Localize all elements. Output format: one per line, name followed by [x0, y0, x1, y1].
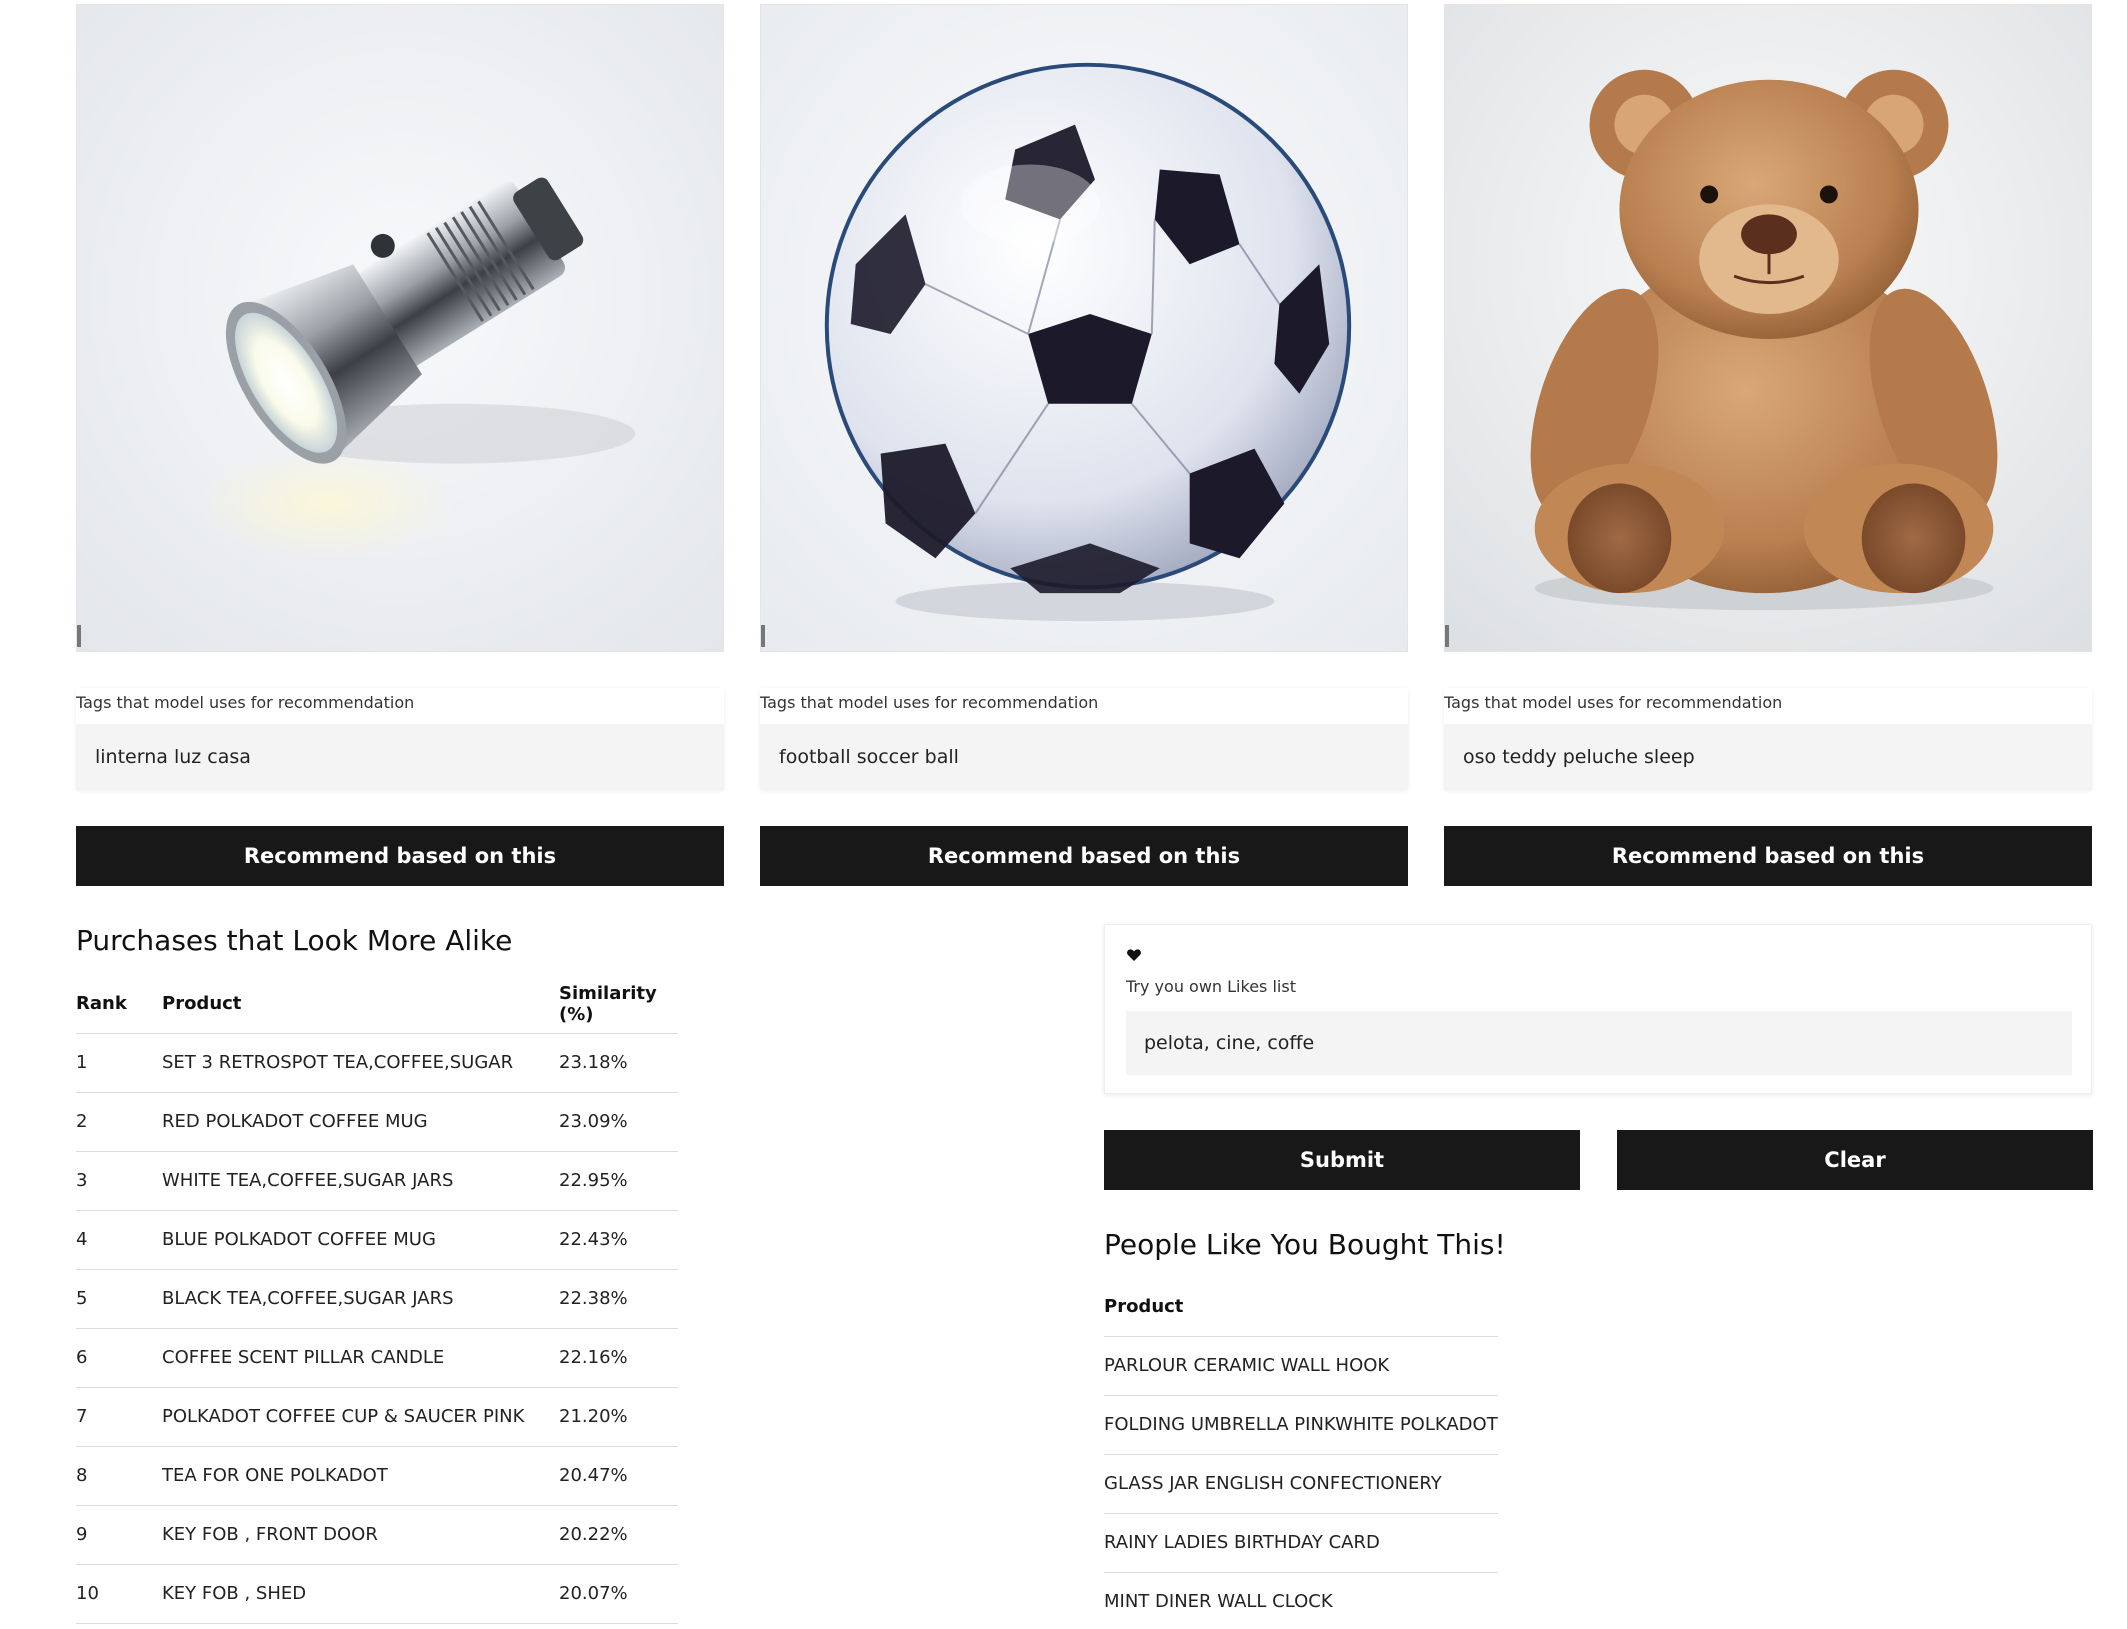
tags-label: Tags that model uses for recommendation — [1444, 693, 1783, 712]
tags-label: Tags that model uses for recommendation — [760, 693, 1099, 712]
product-cell: RAINY LADIES BIRTHDAY CARD — [1104, 1513, 1498, 1573]
table-row: MINT DINER WALL CLOCK — [1104, 1572, 1498, 1629]
similar-purchases-title: Purchases that Look More Alike — [76, 924, 513, 957]
product-cell: BLUE POLKADOT COFFEE MUG — [162, 1210, 559, 1270]
table-row: 8 TEA FOR ONE POLKADOT 20.47% — [76, 1446, 678, 1506]
rank-cell: 9 — [76, 1505, 162, 1565]
similarity-cell: 22.16% — [559, 1328, 678, 1388]
table-row: FOLDING UMBRELLA PINKWHITE POLKADOT — [1104, 1395, 1498, 1455]
likes-label: Try you own Likes list — [1126, 977, 1296, 996]
table-row: 7 POLKADOT COFFEE CUP & SAUCER PINK 21.20% — [76, 1387, 678, 1447]
product-cell: COFFEE SCENT PILLAR CANDLE — [162, 1328, 559, 1388]
table-row: PARLOUR CERAMIC WALL HOOK — [1104, 1336, 1498, 1396]
submit-button[interactable]: Submit — [1104, 1130, 1580, 1190]
table-row: RAINY LADIES BIRTHDAY CARD — [1104, 1513, 1498, 1573]
similarity-cell: 20.22% — [559, 1505, 678, 1565]
page: Tags that model uses for recommendation … — [0, 0, 2127, 1629]
rank-cell: 7 — [76, 1387, 162, 1447]
rank-cell: 1 — [76, 1033, 162, 1093]
image-corner-mark — [761, 625, 765, 647]
similarity-cell: 22.38% — [559, 1269, 678, 1329]
table-row: 2 RED POLKADOT COFFEE MUG 23.09% — [76, 1092, 678, 1152]
likes-input[interactable] — [1126, 1011, 2072, 1075]
similar-purchases-table: Rank Product Similarity (%) 1 SET 3 RETRO… — [76, 975, 678, 1624]
recommend-button-flashlight[interactable]: Recommend based on this — [76, 826, 724, 886]
table-row: GLASS JAR ENGLISH CONFECTIONERY — [1104, 1454, 1498, 1514]
similarity-cell: 22.95% — [559, 1151, 678, 1211]
table-row: 10 KEY FOB , SHED 20.07% — [76, 1564, 678, 1624]
similarity-cell: 20.47% — [559, 1446, 678, 1506]
header-similarity: Similarity (%) — [559, 975, 678, 1034]
similarity-cell: 23.18% — [559, 1033, 678, 1093]
recommend-button-teddy-bear[interactable]: Recommend based on this — [1444, 826, 2092, 886]
likes-panel: Try you own Likes list — [1104, 924, 2092, 1094]
flashlight-image — [76, 4, 724, 652]
image-corner-mark — [1445, 625, 1449, 647]
header-rank: Rank — [76, 975, 162, 1034]
product-cell: TEA FOR ONE POLKADOT — [162, 1446, 559, 1506]
image-corner-mark — [77, 625, 81, 647]
tags-panel: Tags that model uses for recommendation — [1444, 688, 2092, 790]
table-row: 9 KEY FOB , FRONT DOOR 20.22% — [76, 1505, 678, 1565]
recommend-button-soccer-ball[interactable]: Recommend based on this — [760, 826, 1408, 886]
table-row: 5 BLACK TEA,COFFEE,SUGAR JARS 22.38% — [76, 1269, 678, 1329]
table-row: 6 COFFEE SCENT PILLAR CANDLE 22.16% — [76, 1328, 678, 1388]
tags-input[interactable] — [1444, 724, 2092, 790]
table-row: 3 WHITE TEA,COFFEE,SUGAR JARS 22.95% — [76, 1151, 678, 1211]
similarity-cell: 20.07% — [559, 1564, 678, 1624]
rank-cell: 6 — [76, 1328, 162, 1388]
heart-icon — [1127, 949, 1141, 961]
tags-input[interactable] — [76, 724, 724, 790]
tags-panel: Tags that model uses for recommendation — [76, 688, 724, 790]
product-cell: KEY FOB , FRONT DOOR — [162, 1505, 559, 1565]
product-cell: BLACK TEA,COFFEE,SUGAR JARS — [162, 1269, 559, 1329]
rank-cell: 5 — [76, 1269, 162, 1329]
product-cell: POLKADOT COFFEE CUP & SAUCER PINK — [162, 1387, 559, 1447]
teddy-bear-image — [1444, 4, 2092, 652]
header-product: Product — [1104, 1278, 1498, 1337]
header-product: Product — [162, 975, 559, 1034]
product-cell: RED POLKADOT COFFEE MUG — [162, 1092, 559, 1152]
tags-panel: Tags that model uses for recommendation — [760, 688, 1408, 790]
similarity-cell: 21.20% — [559, 1387, 678, 1447]
product-cell: SET 3 RETROSPOT TEA,COFFEE,SUGAR — [162, 1033, 559, 1093]
people-like-you-table: Product PARLOUR CERAMIC WALL HOOK FOLDIN… — [1104, 1278, 1498, 1629]
people-like-you-title: People Like You Bought This! — [1104, 1228, 1506, 1261]
product-cell: GLASS JAR ENGLISH CONFECTIONERY — [1104, 1454, 1498, 1514]
clear-button[interactable]: Clear — [1617, 1130, 2093, 1190]
similarity-cell: 22.43% — [559, 1210, 678, 1270]
rank-cell: 2 — [76, 1092, 162, 1152]
rank-cell: 8 — [76, 1446, 162, 1506]
table-header-row: Rank Product Similarity (%) — [76, 975, 678, 1034]
product-cell: FOLDING UMBRELLA PINKWHITE POLKADOT — [1104, 1395, 1498, 1455]
product-cell: MINT DINER WALL CLOCK — [1104, 1572, 1498, 1629]
soccer-ball-image — [760, 4, 1408, 652]
rank-cell: 4 — [76, 1210, 162, 1270]
rank-cell: 3 — [76, 1151, 162, 1211]
table-row: 1 SET 3 RETROSPOT TEA,COFFEE,SUGAR 23.18% — [76, 1033, 678, 1093]
similarity-cell: 23.09% — [559, 1092, 678, 1152]
tags-input[interactable] — [760, 724, 1408, 790]
table-header-row: Product — [1104, 1278, 1498, 1337]
product-cell: PARLOUR CERAMIC WALL HOOK — [1104, 1336, 1498, 1396]
product-cell: WHITE TEA,COFFEE,SUGAR JARS — [162, 1151, 559, 1211]
tags-label: Tags that model uses for recommendation — [76, 693, 415, 712]
table-row: 4 BLUE POLKADOT COFFEE MUG 22.43% — [76, 1210, 678, 1270]
product-cell: KEY FOB , SHED — [162, 1564, 559, 1624]
rank-cell: 10 — [76, 1564, 162, 1624]
